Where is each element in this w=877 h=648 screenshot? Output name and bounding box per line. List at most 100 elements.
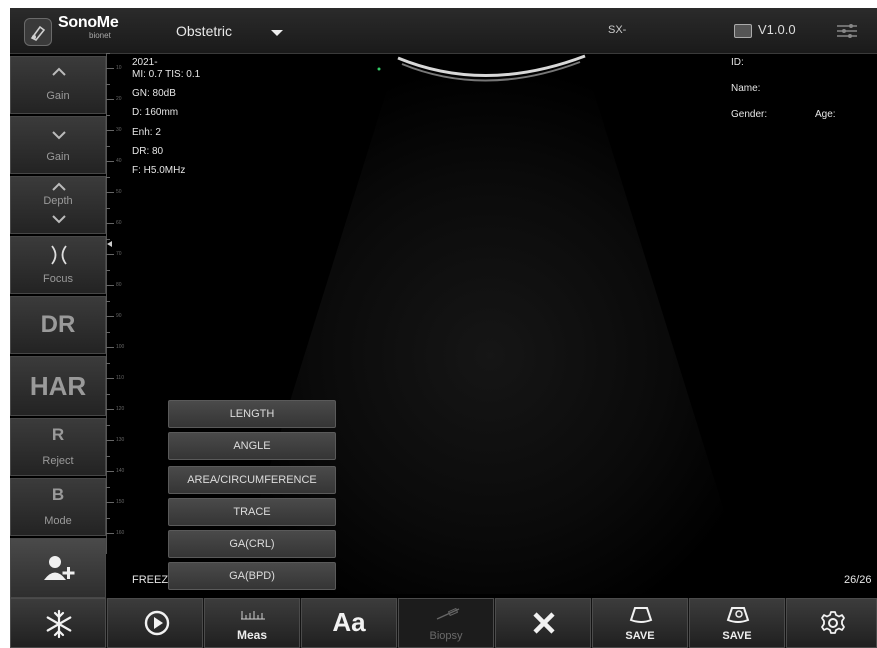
scale-minor-tick	[106, 425, 110, 426]
biopsy-button[interactable]: Biopsy	[398, 598, 494, 648]
scale-tick-label: 110	[116, 375, 124, 381]
chevron-down-icon	[52, 215, 66, 224]
scale-tick	[106, 223, 114, 224]
close-button[interactable]	[495, 598, 591, 648]
har-button[interactable]: HAR	[10, 356, 106, 416]
scale-tick	[106, 316, 114, 317]
scale-minor-tick	[106, 208, 110, 209]
top-bar: SonoMe bionet Obstetric SX- V1.0.0	[10, 8, 877, 54]
brand-name: SonoMe	[58, 14, 119, 31]
scale-tick	[106, 285, 114, 286]
measure-button[interactable]: Meas	[204, 598, 300, 648]
scale-tick	[106, 409, 114, 410]
mode-button[interactable]: B Mode	[10, 478, 106, 536]
focus-marker-icon	[107, 241, 112, 247]
mode-letter: B	[51, 485, 65, 504]
gain-up-button[interactable]: Gain	[10, 56, 106, 114]
patient-name-label: Name:	[731, 83, 761, 94]
depth-label: Depth	[43, 195, 73, 207]
chevron-down-icon	[52, 131, 66, 140]
scale-minor-tick	[106, 394, 110, 395]
scale-tick	[106, 502, 114, 503]
gain-down-label: Gain	[46, 151, 70, 163]
brand-subtitle: bionet	[89, 31, 111, 40]
settings-button[interactable]	[786, 598, 877, 648]
info-dynamic-range: DR: 80	[132, 146, 164, 157]
chevron-down-icon[interactable]	[271, 30, 283, 36]
save-image-label: SAVE	[625, 630, 655, 642]
sliders-icon[interactable]	[836, 21, 858, 41]
patient-age-label: Age:	[815, 109, 836, 120]
scale-minor-tick	[106, 270, 110, 271]
scale-tick	[106, 378, 114, 379]
scale-minor-tick	[106, 332, 110, 333]
info-date: 2021-	[132, 57, 158, 68]
exam-preset-select[interactable]: Obstetric	[176, 23, 232, 39]
measure-label: Meas	[236, 628, 268, 642]
measure-length-item[interactable]: LENGTH	[168, 400, 336, 428]
measure-area-circumference-item[interactable]: AREA/CIRCUMFERENCE	[168, 466, 336, 494]
scale-tick	[106, 440, 114, 441]
scale-tick	[106, 68, 114, 69]
save-image-button[interactable]: SAVE	[592, 598, 688, 648]
play-button[interactable]	[107, 598, 203, 648]
ruler-icon	[241, 611, 265, 620]
measure-angle-item[interactable]: ANGLE	[168, 432, 336, 460]
chevron-up-icon	[52, 182, 66, 191]
scale-tick-label: 80	[116, 282, 122, 288]
dr-button[interactable]: DR	[10, 296, 106, 354]
mode-label: Mode	[44, 515, 72, 527]
scale-tick	[106, 347, 114, 348]
scale-minor-tick	[106, 518, 110, 519]
chevron-up-icon	[52, 67, 66, 76]
focus-button[interactable]: Focus	[10, 236, 106, 294]
scale-tick	[106, 130, 114, 131]
add-patient-icon	[44, 556, 75, 580]
gain-down-button[interactable]: Gain	[10, 116, 106, 174]
measure-ga-bpd-item[interactable]: GA(BPD)	[168, 562, 336, 590]
scale-minor-tick	[106, 115, 110, 116]
reject-button[interactable]: R Reject	[10, 418, 106, 476]
play-icon	[144, 610, 170, 636]
scale-tick	[106, 471, 114, 472]
scale-tick-label: 50	[116, 189, 122, 195]
frame-counter: 26/26	[844, 574, 872, 586]
patient-gender-label: Gender:	[731, 109, 768, 120]
scale-minor-tick	[106, 239, 110, 240]
scale-minor-tick	[106, 53, 110, 54]
measure-trace-item[interactable]: TRACE	[168, 498, 336, 526]
scale-tick-label: 100	[116, 344, 125, 350]
scale-tick-label: 60	[116, 220, 122, 226]
scale-minor-tick	[106, 363, 110, 364]
scale-minor-tick	[106, 177, 110, 178]
scale-minor-tick	[106, 487, 110, 488]
biopsy-label: Biopsy	[429, 630, 463, 642]
scale-minor-tick	[106, 456, 110, 457]
save-image-icon	[629, 607, 653, 623]
scale-minor-tick	[106, 84, 110, 85]
measure-ga-crl-item[interactable]: GA(CRL)	[168, 530, 336, 558]
ultrasound-screen: SonoMe bionet Obstetric SX- V1.0.0 Gain …	[10, 8, 877, 648]
left-control-panel: Gain Gain Depth Focus DR HAR R Reject B …	[10, 54, 107, 602]
logo-icon	[24, 18, 52, 46]
annotation-button[interactable]: Aa	[301, 598, 397, 648]
gear-icon	[821, 611, 845, 634]
camera-icon[interactable]	[734, 24, 752, 38]
annotation-label: Aa	[332, 607, 366, 637]
scale-tick-label: 30	[116, 127, 122, 133]
focus-label: Focus	[43, 273, 73, 285]
scale-tick	[106, 161, 114, 162]
depth-button[interactable]: Depth	[10, 176, 106, 234]
scale-tick-label: 120	[116, 406, 125, 412]
freeze-snowflake-icon	[46, 609, 72, 639]
scale-tick-label: 70	[116, 251, 122, 257]
add-patient-button[interactable]	[10, 538, 106, 598]
reject-letter: R	[51, 425, 65, 444]
reject-label: Reject	[42, 455, 74, 467]
scale-tick-label: 130	[116, 437, 125, 443]
scale-tick-label: 90	[116, 313, 122, 319]
freeze-button[interactable]	[10, 598, 106, 648]
save-cine-button[interactable]: SAVE	[689, 598, 785, 648]
bottom-toolbar: Meas Aa Biopsy SAVE SAVE	[10, 598, 877, 648]
focus-icon	[51, 245, 67, 265]
